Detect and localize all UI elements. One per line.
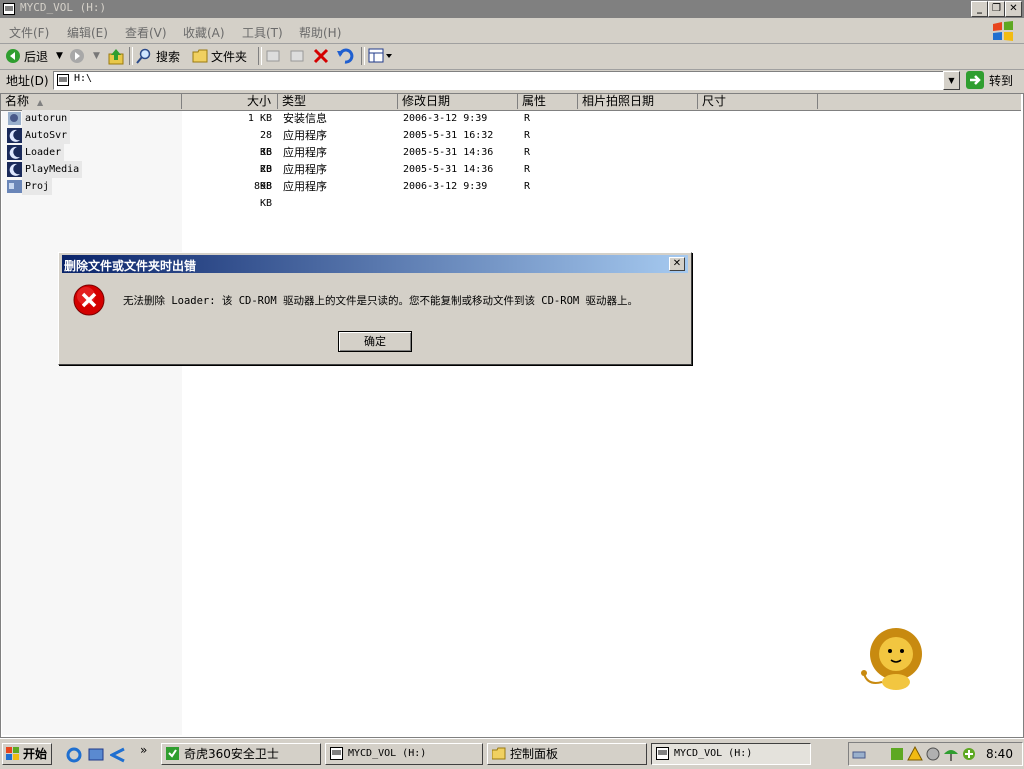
menu-edit[interactable]: 编辑(E) (67, 24, 108, 41)
menu-file[interactable]: 文件(F) (9, 24, 49, 41)
task-mycd-vol-active[interactable]: MYCD_VOL (H:) (651, 743, 811, 765)
toolbar-separator (129, 47, 133, 65)
restore-button[interactable]: ❐ (988, 1, 1005, 17)
copy-to-icon[interactable] (289, 48, 305, 64)
drive-icon (3, 3, 15, 15)
application-icon (7, 128, 22, 143)
address-value: H:\ (74, 73, 93, 84)
clock: 8:40 (986, 747, 1013, 761)
address-dropdown-button[interactable]: ▼ (943, 71, 960, 90)
menu-tools[interactable]: 工具(T) (242, 24, 283, 41)
drive-icon (656, 747, 669, 760)
start-button[interactable]: 开始 (2, 743, 52, 765)
table-row[interactable]: AutoSvr 28 KB 应用程序 2005-5-31 16:32 R (2, 127, 1002, 158)
folders-button[interactable]: 文件夹 (211, 48, 247, 65)
column-modified[interactable]: 修改日期 (398, 94, 518, 109)
search-icon[interactable] (136, 48, 152, 64)
back-arrow-icon[interactable] (5, 48, 21, 64)
quicklaunch-expand-icon[interactable]: » (140, 743, 147, 757)
forward-arrow-icon[interactable] (69, 48, 85, 64)
window-title: MYCD_VOL (H:) (20, 1, 107, 14)
windows-logo-icon (993, 21, 1013, 41)
error-dialog: 删除文件或文件夹时出错 ✕ 无法删除 Loader: 该 CD-ROM 驱动器上… (58, 252, 692, 365)
undo-icon[interactable] (336, 47, 354, 65)
task-control-panel[interactable]: 控制面板 (487, 743, 647, 765)
menu-help[interactable]: 帮助(H) (299, 24, 341, 41)
close-button[interactable]: ✕ (1005, 1, 1022, 17)
sort-ascending-icon: ▲ (37, 98, 44, 107)
folder-icon (492, 747, 506, 760)
minimize-button[interactable]: _ (971, 1, 988, 17)
application-icon (7, 180, 22, 193)
column-photo-date[interactable]: 相片拍照日期 (578, 94, 698, 109)
forward-dropdown-icon[interactable]: ▼ (93, 51, 100, 61)
task-360-safe[interactable]: 奇虎360安全卫士 (161, 743, 321, 765)
table-row[interactable]: autorun 1 KB 安装信息 2006-3-12 9:39 R (2, 110, 1002, 127)
table-row[interactable]: PlayMedia 20 KB 应用程序 2005-5-31 14:36 R (2, 161, 1002, 192)
antivirus-tray-icon[interactable] (889, 746, 905, 762)
windows-logo-icon (6, 747, 19, 760)
toolbar-separator (258, 47, 262, 65)
quicklaunch-icon[interactable] (110, 747, 126, 763)
back-button[interactable]: 后退 (24, 48, 48, 65)
list-header: 名称 ▲ 大小 类型 修改日期 属性 相片拍照日期 尺寸 (1, 94, 1021, 111)
desktop-icon[interactable] (88, 747, 104, 763)
shield-360-icon (166, 747, 179, 760)
window-titlebar[interactable]: MYCD_VOL (H:) _ ❐ ✕ (0, 0, 1024, 18)
ok-button[interactable]: 确定 (338, 331, 412, 352)
task-mycd-vol[interactable]: MYCD_VOL (H:) (325, 743, 483, 765)
system-tray: 8:40 (848, 742, 1023, 766)
move-to-icon[interactable] (265, 48, 281, 64)
application-icon (7, 145, 22, 160)
drive-icon (57, 74, 69, 86)
column-type[interactable]: 类型 (278, 94, 398, 109)
dialog-close-button[interactable]: ✕ (669, 257, 685, 271)
folder-icon[interactable] (192, 48, 209, 64)
application-icon (7, 162, 22, 177)
column-name[interactable]: 名称 ▲ (1, 94, 182, 109)
back-dropdown-icon[interactable]: ▼ (56, 51, 63, 61)
address-label: 地址(D) (6, 74, 49, 88)
menu-view[interactable]: 查看(V) (125, 24, 167, 41)
dialog-titlebar[interactable]: 删除文件或文件夹时出错 ✕ (62, 255, 688, 273)
dialog-title: 删除文件或文件夹时出错 (64, 259, 197, 273)
file-rows: autorun 1 KB 安装信息 2006-3-12 9:39 R AutoS… (2, 110, 1002, 209)
menu-favorites[interactable]: 收藏(A) (183, 24, 225, 41)
table-row[interactable]: Proj 898 KB 应用程序 2006-3-12 9:39 R (2, 178, 1002, 209)
toolbar: 后退 ▼ ▼ 搜索 文件夹 (0, 44, 1024, 70)
drive-icon (330, 747, 343, 760)
search-button[interactable]: 搜索 (156, 48, 180, 65)
menu-bar: 文件(F) 编辑(E) 查看(V) 收藏(A) 工具(T) 帮助(H) (0, 19, 1024, 44)
lion-mascot-icon (861, 628, 922, 690)
umbrella-tray-icon[interactable] (943, 746, 959, 762)
network-icon[interactable] (851, 746, 867, 762)
views-icon[interactable] (368, 48, 394, 64)
table-row[interactable]: Loader 36 KB 应用程序 2005-5-31 14:36 R (2, 144, 1002, 175)
go-button[interactable]: 转到 (989, 72, 1013, 89)
column-attributes[interactable]: 属性 (518, 94, 578, 109)
up-folder-icon[interactable] (107, 47, 125, 65)
dialog-message: 无法删除 Loader: 该 CD-ROM 驱动器上的文件是只读的。您不能复制或… (123, 295, 639, 307)
delete-icon[interactable] (313, 48, 329, 64)
ie-icon[interactable] (66, 747, 82, 763)
disc-tray-icon[interactable] (925, 746, 941, 762)
warning-tray-icon[interactable] (907, 746, 923, 762)
sorted-column-highlight (2, 111, 182, 735)
go-arrow-icon[interactable] (966, 71, 984, 89)
column-dimensions[interactable]: 尺寸 (698, 94, 818, 109)
360-tray-icon[interactable] (961, 746, 977, 762)
toolbar-separator (361, 47, 365, 65)
column-size[interactable]: 大小 (182, 94, 278, 109)
address-input[interactable]: H:\ (53, 71, 960, 90)
error-icon (73, 284, 105, 316)
setup-info-icon (8, 112, 21, 125)
